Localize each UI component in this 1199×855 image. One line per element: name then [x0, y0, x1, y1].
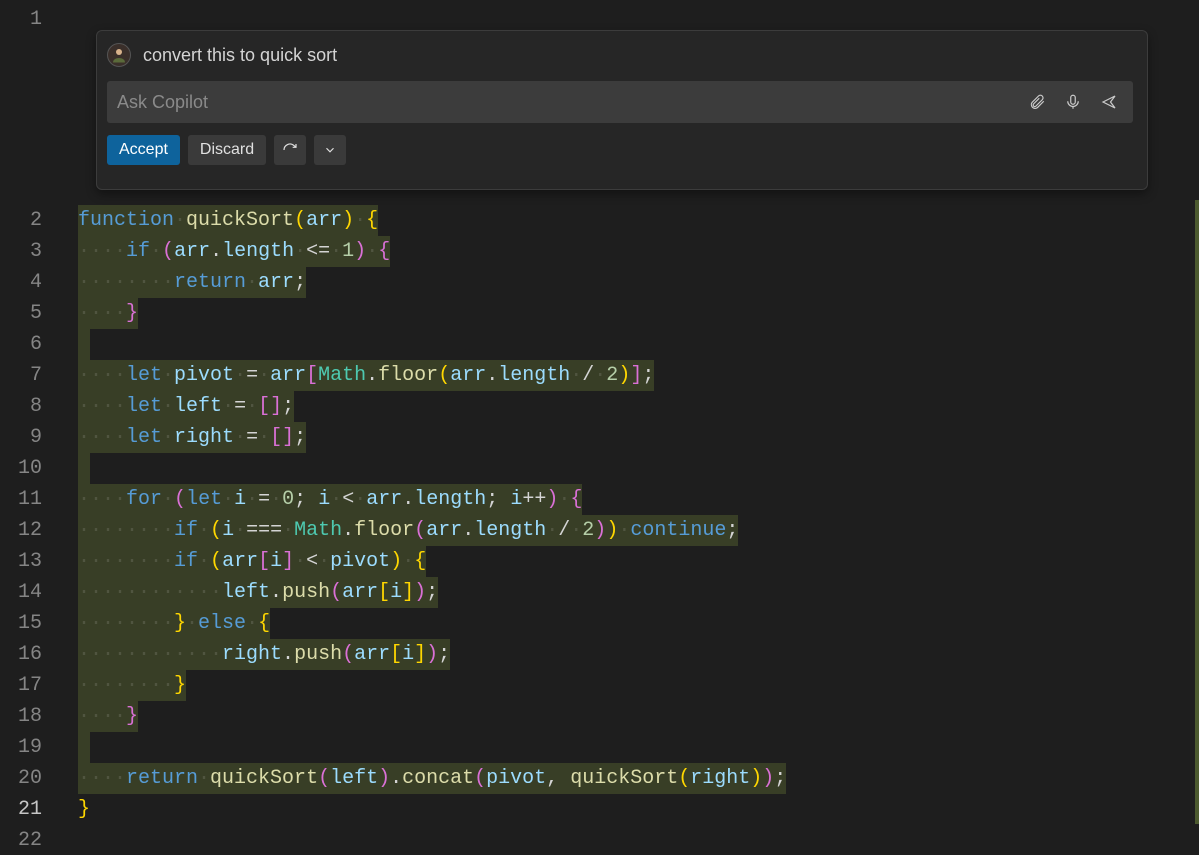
line-number: 13 [0, 546, 60, 577]
line-number: 22 [0, 825, 60, 855]
line-number: 2 [0, 205, 60, 236]
code-line[interactable]: ····for·(let·i·=·0; i·<·arr.length; i++)… [78, 484, 1199, 515]
line-number: 19 [0, 732, 60, 763]
copilot-input[interactable] [117, 92, 1015, 113]
more-options-button[interactable] [314, 135, 346, 165]
line-number: 5 [0, 298, 60, 329]
code-line[interactable]: ····} [78, 701, 1199, 732]
code-line[interactable]: ········if·(arr[i]·<·pivot)·{ [78, 546, 1199, 577]
attachment-icon[interactable] [1023, 88, 1051, 116]
code-line[interactable]: ····let·left·=·[]; [78, 391, 1199, 422]
code-line[interactable]: function·quickSort(arr)·{ [78, 205, 1199, 236]
code-line[interactable] [78, 329, 1199, 360]
line-number: 10 [0, 453, 60, 484]
code-line[interactable] [78, 453, 1199, 484]
regenerate-button[interactable] [274, 135, 306, 165]
discard-button[interactable]: Discard [188, 135, 266, 165]
code-line[interactable]: ············left.push(arr[i]); [78, 577, 1199, 608]
code-line[interactable] [78, 732, 1199, 763]
code-line[interactable]: ····if·(arr.length·<=·1)·{ [78, 236, 1199, 267]
code-line[interactable]: ········if·(i·===·Math.floor(arr.length·… [78, 515, 1199, 546]
code-line[interactable]: ············right.push(arr[i]); [78, 639, 1199, 670]
code-line[interactable]: ········} [78, 670, 1199, 701]
line-number: 14 [0, 577, 60, 608]
code-line[interactable]: ········return·arr; [78, 267, 1199, 298]
user-avatar-icon [107, 43, 131, 67]
line-number: 8 [0, 391, 60, 422]
line-number: 4 [0, 267, 60, 298]
code-line[interactable]: ····} [78, 298, 1199, 329]
copilot-inline-panel: convert this to quick sort Accept Discar… [96, 30, 1148, 190]
copilot-input-row [107, 81, 1133, 123]
line-number: 21 [0, 794, 60, 825]
code-line[interactable]: } [78, 794, 1199, 825]
chevron-down-icon [323, 143, 337, 157]
line-number: 20 [0, 763, 60, 794]
line-number: 1 [0, 4, 60, 35]
line-number: 18 [0, 701, 60, 732]
line-number: 3 [0, 236, 60, 267]
line-number: 11 [0, 484, 60, 515]
accept-button[interactable]: Accept [107, 135, 180, 165]
refresh-icon [282, 142, 298, 158]
line-number: 9 [0, 422, 60, 453]
diff-overview-ruler [1195, 200, 1199, 824]
code-line[interactable]: ····let·right·=·[]; [78, 422, 1199, 453]
code-line[interactable]: ········}·else·{ [78, 608, 1199, 639]
code-line[interactable]: ····let·pivot·=·arr[Math.floor(arr.lengt… [78, 360, 1199, 391]
line-number: 17 [0, 670, 60, 701]
copilot-actions: Accept Discard [107, 135, 1133, 165]
send-icon[interactable] [1095, 88, 1123, 116]
microphone-icon[interactable] [1059, 88, 1087, 116]
line-number-gutter: 12345678910111213141516171819202122 [0, 0, 60, 855]
code-line[interactable]: ····return·quickSort(left).concat(pivot,… [78, 763, 1199, 794]
code-editor: 12345678910111213141516171819202122 func… [0, 0, 1199, 855]
line-number: 6 [0, 329, 60, 360]
line-number: 16 [0, 639, 60, 670]
line-number: 12 [0, 515, 60, 546]
copilot-header: convert this to quick sort [107, 41, 1133, 69]
line-number: 7 [0, 360, 60, 391]
line-number: 15 [0, 608, 60, 639]
copilot-prompt-title: convert this to quick sort [143, 45, 337, 66]
